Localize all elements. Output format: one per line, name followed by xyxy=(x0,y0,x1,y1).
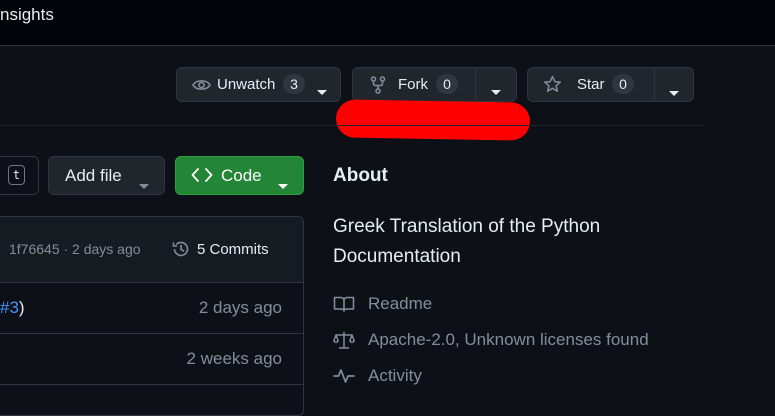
split-divider xyxy=(475,68,476,101)
add-file-label: Add file xyxy=(65,166,122,185)
fork-dropdown-chevron-icon[interactable] xyxy=(491,82,501,99)
repo-nav-bar: nsights xyxy=(0,0,775,46)
file-browser: 1f76645 · 2 days ago 5 Commits #3) 2 day… xyxy=(0,216,304,416)
star-icon xyxy=(543,75,562,98)
book-icon xyxy=(333,295,368,313)
activity-label: Activity xyxy=(368,366,422,385)
fork-count: 0 xyxy=(436,74,458,94)
tab-insights[interactable]: nsights xyxy=(0,5,54,25)
code-label: Code xyxy=(221,166,262,185)
readme-label: Readme xyxy=(368,294,433,313)
add-file-button[interactable]: Add file xyxy=(48,156,165,195)
redaction-mark xyxy=(335,99,531,141)
commits-count-label: 5 Commits xyxy=(197,240,269,258)
file-row[interactable]: #3) 2 days ago xyxy=(0,283,303,334)
chevron-down-icon xyxy=(317,82,327,99)
commits-link[interactable]: 5 Commits xyxy=(171,239,269,259)
star-label: Star xyxy=(577,76,605,93)
star-count: 0 xyxy=(612,74,634,94)
chevron-down-icon xyxy=(139,174,149,194)
watchers-count: 3 xyxy=(283,74,305,94)
commit-time: 2 days ago xyxy=(198,298,282,317)
about-description: Greek Translation of the Python Document… xyxy=(333,216,601,267)
code-button[interactable]: Code xyxy=(175,156,304,195)
fork-icon xyxy=(370,76,386,98)
history-icon xyxy=(171,239,191,259)
law-icon xyxy=(333,330,368,350)
activity-link[interactable]: Activity xyxy=(333,364,422,388)
kbd-hint: t xyxy=(8,165,25,185)
star-button-group: Star 0 xyxy=(527,67,694,102)
star-dropdown-chevron-icon[interactable] xyxy=(669,83,679,100)
readme-link[interactable]: Readme xyxy=(333,292,432,316)
section-divider xyxy=(0,125,704,126)
commit-time: 2 weeks ago xyxy=(186,349,282,368)
fork-label: Fork xyxy=(398,76,428,93)
fork-button-group: Fork 0 xyxy=(352,67,517,102)
license-link[interactable]: Apache-2.0, Unknown licenses found xyxy=(333,328,649,352)
commit-message-suffix: ) xyxy=(18,298,25,317)
latest-commit-info[interactable]: 1f76645 · 2 days ago xyxy=(9,241,141,257)
go-to-file-shortcut[interactable]: t xyxy=(0,156,39,195)
chevron-down-icon xyxy=(278,174,288,194)
file-row[interactable]: 2 weeks ago xyxy=(0,334,303,385)
about-heading: About xyxy=(333,165,388,186)
eye-icon xyxy=(192,77,211,97)
license-label: Apache-2.0, Unknown licenses found xyxy=(368,330,649,349)
split-divider xyxy=(654,68,655,101)
unwatch-label: Unwatch xyxy=(217,76,276,93)
unwatch-button[interactable]: Unwatch 3 xyxy=(176,67,341,102)
fork-button[interactable]: Fork 0 xyxy=(353,68,475,101)
pr-link[interactable]: #3 xyxy=(0,298,19,317)
latest-commit-header: 1f76645 · 2 days ago 5 Commits xyxy=(0,217,303,283)
pulse-icon xyxy=(333,367,368,385)
star-button[interactable]: Star 0 xyxy=(528,68,654,101)
commit-message: #3) xyxy=(0,298,25,318)
code-brackets-icon xyxy=(191,167,213,188)
